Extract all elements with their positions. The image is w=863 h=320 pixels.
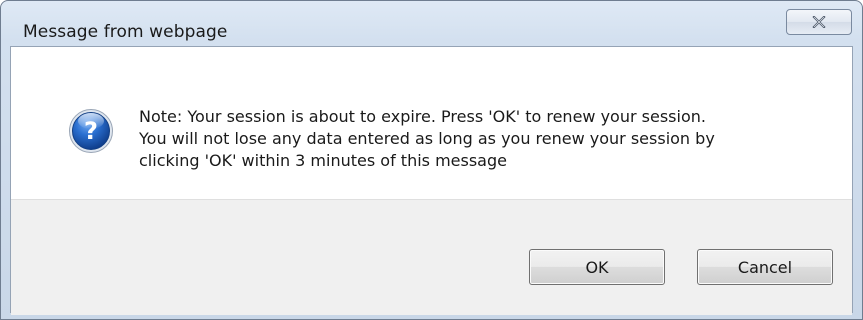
button-bar: OK Cancel bbox=[11, 199, 852, 315]
dialog-title: Message from webpage bbox=[23, 22, 228, 42]
dialog-client-area: ? Note: Your session is about to expire.… bbox=[10, 46, 853, 315]
close-x-icon bbox=[812, 16, 826, 28]
message-text: Note: Your session is about to expire. P… bbox=[139, 106, 819, 172]
cancel-button[interactable]: Cancel bbox=[697, 249, 833, 285]
message-line: Note: Your session is about to expire. P… bbox=[139, 107, 706, 126]
title-bar[interactable]: Message from webpage bbox=[1, 1, 862, 49]
message-line: You will not lose any data entered as lo… bbox=[139, 129, 715, 148]
message-area: ? Note: Your session is about to expire.… bbox=[11, 47, 852, 199]
message-dialog: Message from webpage ? Note: Your sessio… bbox=[0, 0, 863, 320]
message-line: clicking 'OK' within 3 minutes of this m… bbox=[139, 151, 507, 170]
close-button[interactable] bbox=[786, 9, 852, 35]
question-icon: ? bbox=[69, 109, 113, 153]
ok-button[interactable]: OK bbox=[529, 249, 665, 285]
svg-text:?: ? bbox=[84, 117, 98, 145]
